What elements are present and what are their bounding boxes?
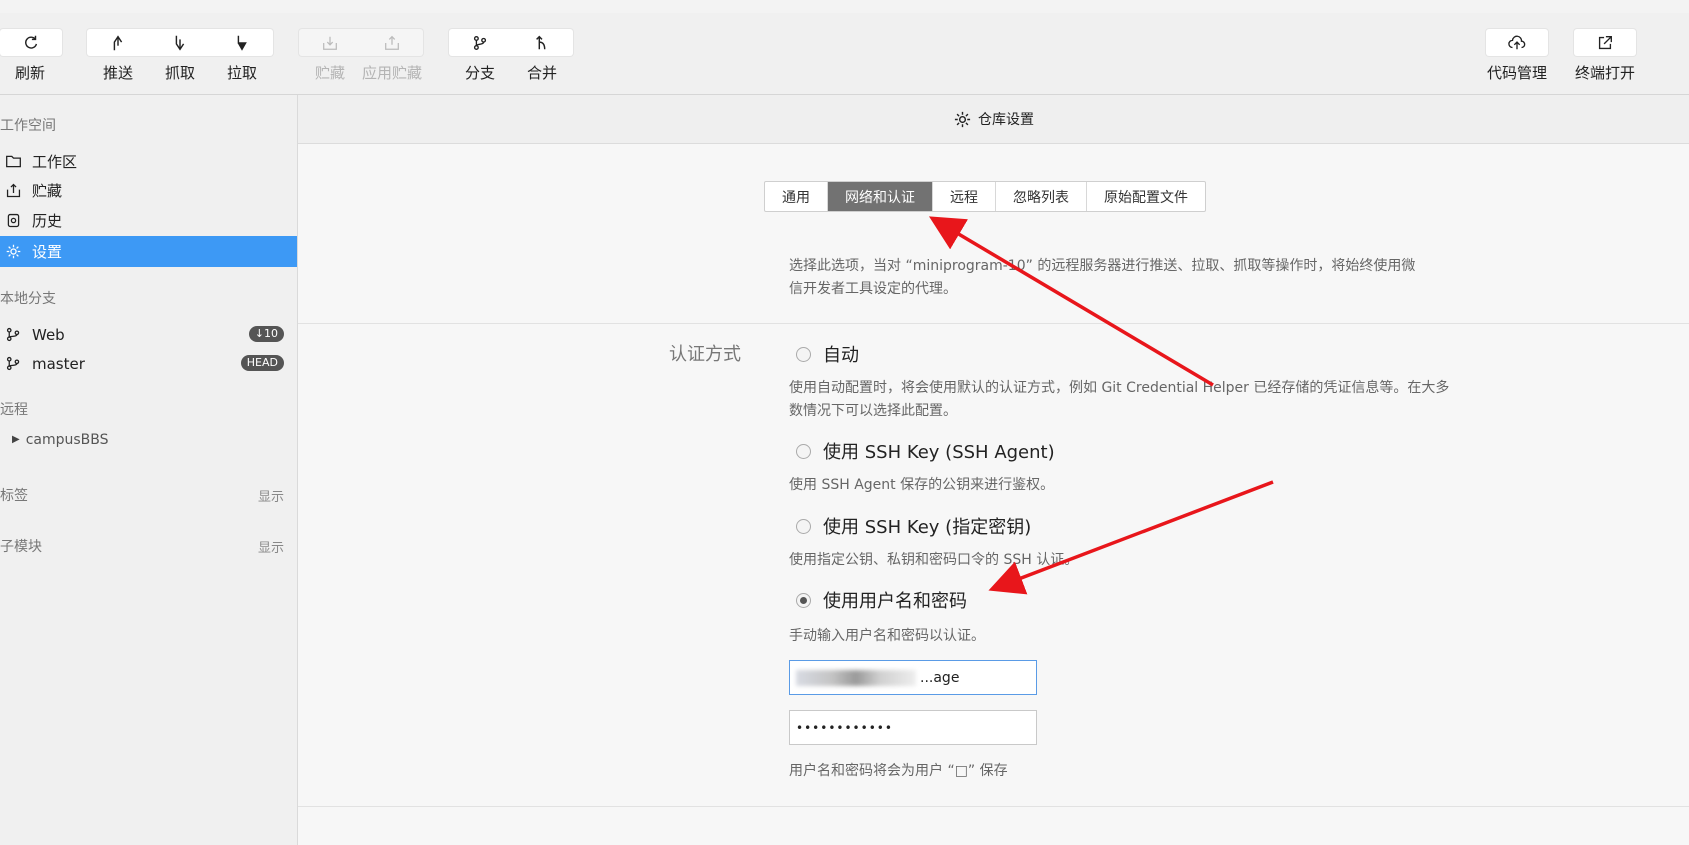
annotation-arrow (988, 480, 1274, 595)
annotation-arrows (928, 216, 1274, 595)
annotation-arrow (928, 216, 1214, 387)
